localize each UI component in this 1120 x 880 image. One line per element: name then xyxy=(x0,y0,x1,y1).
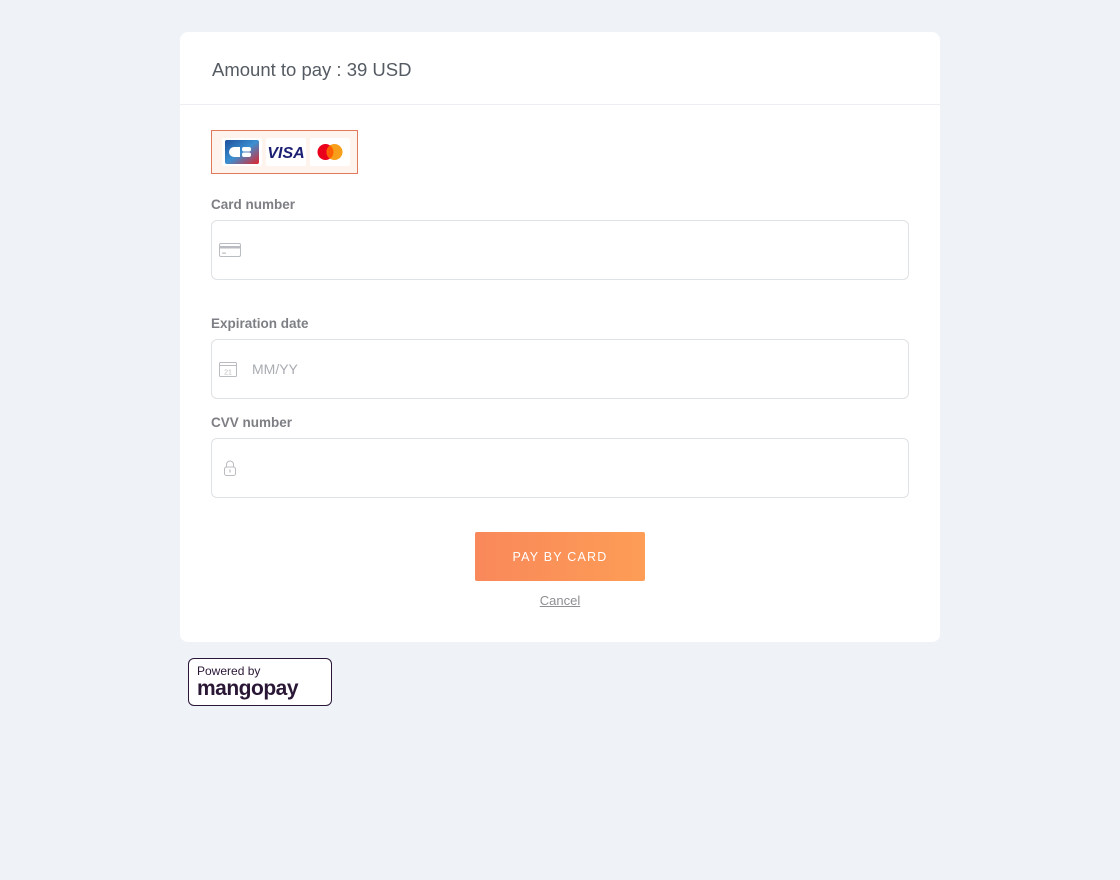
expiration-field[interactable]: 21 xyxy=(211,339,909,399)
svg-text:VISA: VISA xyxy=(267,145,304,160)
amount-title: Amount to pay : 39 USD xyxy=(212,59,412,80)
cvv-field[interactable] xyxy=(211,438,909,498)
pay-by-card-button[interactable]: PAY BY CARD xyxy=(475,532,645,581)
powered-by-mangopay-logo: Powered by mangopay xyxy=(188,658,332,706)
cancel-link[interactable]: Cancel xyxy=(180,593,940,608)
cb-card-icon xyxy=(222,138,262,166)
cvv-input[interactable] xyxy=(252,453,892,483)
accepted-cards: VISA xyxy=(211,130,358,174)
card-number-field[interactable] xyxy=(211,220,909,280)
mastercard-icon xyxy=(310,138,350,166)
cvv-label: CVV number xyxy=(211,415,293,430)
card-number-input[interactable] xyxy=(252,235,892,265)
calendar-icon-text: 21 xyxy=(224,370,232,377)
credit-card-icon xyxy=(219,242,241,258)
visa-icon: VISA xyxy=(266,138,306,166)
card-number-label: Card number xyxy=(211,197,296,212)
expiration-label: Expiration date xyxy=(211,316,309,331)
mangopay-brand: mangopay xyxy=(197,677,299,700)
payment-card: Amount to pay : 39 USD VISA Card number … xyxy=(180,32,940,642)
amount-header: Amount to pay : 39 USD xyxy=(180,32,940,105)
expiration-input[interactable] xyxy=(252,354,892,384)
lock-icon xyxy=(219,460,241,476)
calendar-icon: 21 xyxy=(219,361,237,377)
